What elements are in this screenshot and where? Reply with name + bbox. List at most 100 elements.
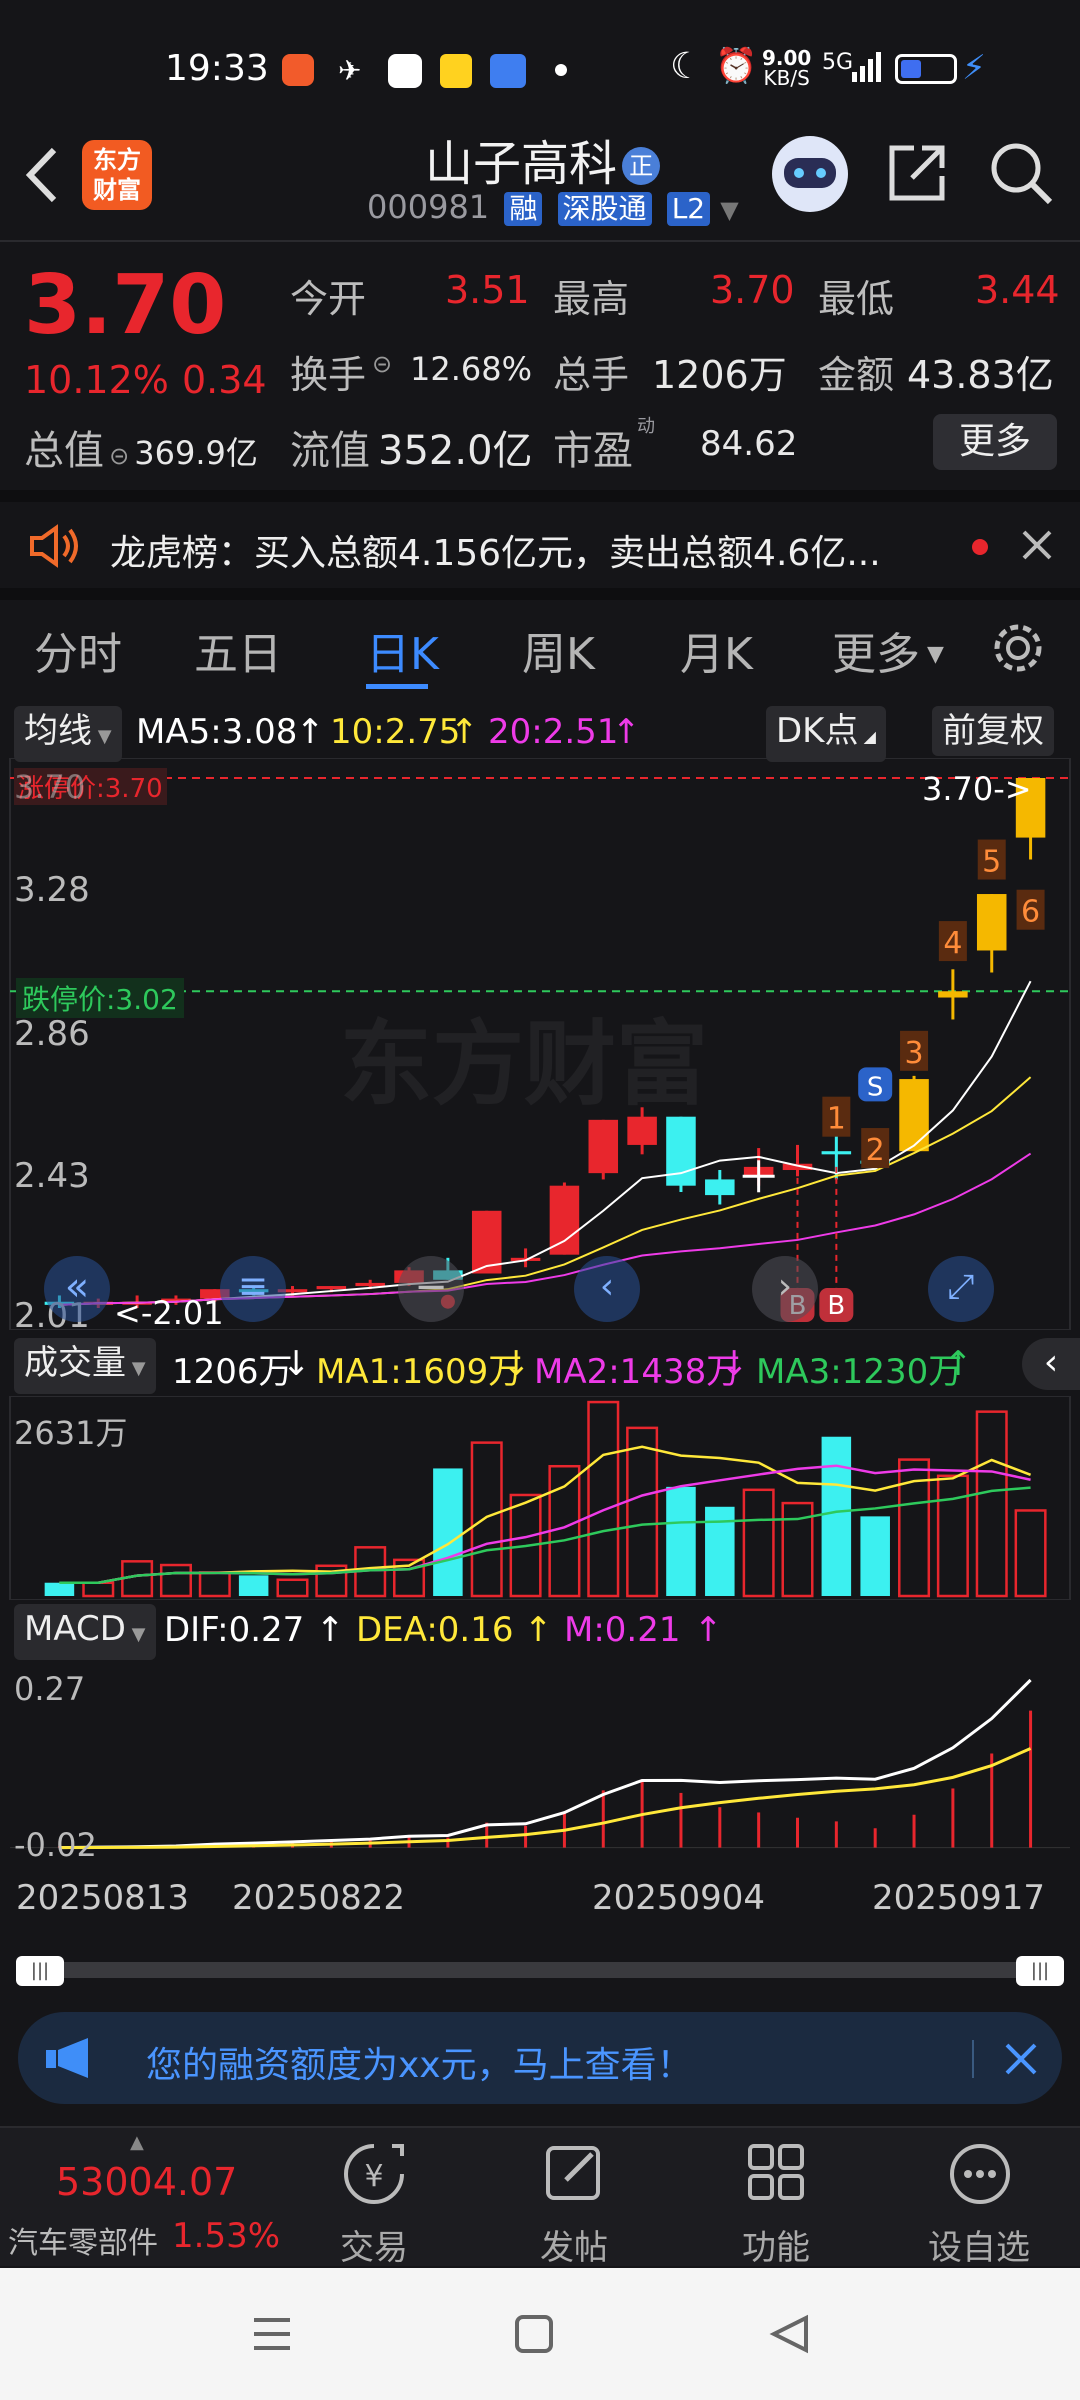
tab-more[interactable]: 更多 ▼ <box>832 618 944 682</box>
chevron-left-icon <box>25 147 57 203</box>
price-axis-label: 3.28 <box>14 870 90 910</box>
app-notification-icon <box>440 54 472 88</box>
fullscreen-button[interactable]: ⤢ <box>928 1256 994 1322</box>
volume-bar <box>433 1468 463 1596</box>
announcement-bar[interactable]: 龙虎榜：买入总额4.156亿元，卖出总额4.6亿... <box>0 502 1080 588</box>
tab-weekly-k[interactable]: 周K <box>522 618 595 682</box>
charging-icon: ⚡ <box>962 48 986 88</box>
volume-bar <box>975 1410 1008 1598</box>
info-icon[interactable]: ⊝ <box>372 350 392 378</box>
tab-five-day[interactable]: 五日 <box>194 618 282 682</box>
candle <box>666 1116 696 1192</box>
more-button[interactable]: 更多 <box>933 414 1057 470</box>
turnover-label: 换手 <box>290 353 367 397</box>
tab-intraday[interactable]: 分时 <box>34 618 122 682</box>
section-gap <box>0 490 1080 502</box>
limit-down-label: 跌停价:3.02 <box>16 978 184 1018</box>
vol-ma2: MA2:1438万 <box>534 1352 741 1392</box>
nav-trade[interactable]: ¥ 交易 <box>320 2138 430 2268</box>
range-handle-right[interactable]: ||| <box>1016 1956 1064 1986</box>
back-button[interactable] <box>18 140 68 210</box>
settings-gear-icon[interactable] <box>990 620 1046 676</box>
back-triangle-icon[interactable] <box>768 2312 812 2356</box>
volume-selector[interactable]: 成交量 ▼ <box>14 1338 156 1394</box>
dk-point-selector[interactable]: DK点 ◢ <box>766 706 886 762</box>
vol-ma2-arrow: ↓ <box>720 1344 749 1384</box>
macd-dea-arrow: ↑ <box>524 1610 553 1650</box>
tab-monthly-k[interactable]: 月K <box>680 618 753 682</box>
adjust-selector[interactable]: 前复权 <box>932 706 1054 756</box>
scroll-left-button[interactable]: « <box>44 1256 110 1322</box>
volume-bar <box>742 1488 775 1598</box>
close-icon[interactable] <box>1004 2042 1038 2076</box>
close-icon[interactable] <box>1020 528 1054 562</box>
volume-bar <box>626 1426 659 1598</box>
open-value: 3.51 <box>445 268 530 312</box>
index-value[interactable]: 53004.07 <box>56 2160 237 2204</box>
signal-icon <box>850 50 884 84</box>
index-name[interactable]: 汽车零部件 <box>8 2218 158 2262</box>
dropdown-icon: ▼ <box>92 726 112 747</box>
divider <box>0 240 1080 242</box>
candle-body <box>899 1079 929 1152</box>
nav-add-watchlist-label: 设自选 <box>928 2228 1030 2268</box>
app-notification-icon <box>490 54 526 88</box>
app-logo[interactable]: 东方 财富 <box>82 140 152 210</box>
ma10-value: 10:2.75 <box>330 712 461 752</box>
dropdown-icon[interactable]: ▼ <box>720 196 738 224</box>
range-slider[interactable] <box>18 1962 1060 1978</box>
volume-bar <box>1014 1509 1047 1598</box>
volume-bar <box>44 1582 75 1596</box>
robot-assistant-icon[interactable] <box>772 136 848 212</box>
price-axis-top: 3.70 <box>14 768 86 806</box>
ma20-value: 20:2.51 <box>488 712 619 752</box>
volume-selector-label: 成交量 <box>24 1343 126 1383</box>
alarm-icon: ⏰ <box>715 46 758 86</box>
date-label: 20250822 <box>232 1878 406 1918</box>
macd-axis-top: 0.27 <box>14 1670 86 1708</box>
grid-icon <box>748 2144 804 2200</box>
promo-banner[interactable]: 您的融资额度为xx元，马上查看！ <box>18 2012 1062 2104</box>
macd-chart[interactable] <box>0 1660 1080 1866</box>
tag-connect: 深股通 <box>557 192 652 226</box>
dropdown-icon: ▼ <box>126 1358 146 1379</box>
open-label: 今开 <box>290 277 367 321</box>
high-value: 3.70 <box>710 268 795 312</box>
menu-icon[interactable] <box>250 2312 294 2356</box>
range-handle-left[interactable]: ||| <box>16 1956 64 1986</box>
home-icon[interactable] <box>512 2312 556 2356</box>
count-marker: 6 <box>1021 895 1040 930</box>
ma-selector[interactable]: 均线 ▼ <box>14 706 122 762</box>
volume-bar <box>666 1486 696 1596</box>
yen-circle-icon: ¥ <box>344 2144 404 2204</box>
announcement-text: 龙虎榜：买入总额4.156亿元，卖出总额4.6亿... <box>110 533 881 574</box>
nav-post[interactable]: 发帖 <box>520 2138 630 2268</box>
battery-icon <box>895 54 957 84</box>
volume-bar <box>159 1563 192 1598</box>
date-label: 20250813 <box>16 1878 190 1918</box>
volume-bar: 成交量 ▼ 1206万 ↓ MA1:1609万 ↓ MA2:1438万 ↓ MA… <box>0 1338 1080 1394</box>
macd-selector[interactable]: MACD ▼ <box>14 1604 156 1660</box>
nav-trade-label: 交易 <box>340 2228 408 2268</box>
search-button[interactable] <box>988 140 1054 206</box>
collapse-panel-button[interactable]: ‹ <box>1022 1338 1080 1390</box>
dropdown-icon: ▼ <box>920 642 944 667</box>
volume-bar <box>82 1581 115 1598</box>
nav-add-watchlist[interactable]: 设自选 <box>918 2138 1048 2268</box>
volume-chart[interactable] <box>0 1396 1080 1600</box>
macd-dif: DIF:0.27 <box>164 1610 305 1650</box>
chart-tool-button[interactable]: ≡ <box>220 1256 286 1322</box>
candle <box>510 1248 541 1268</box>
status-bar: 19:33 ✈ ☾ ⏰ 9.00 KB/S 5G ⚡ <box>0 0 1080 135</box>
info-icon[interactable]: ⊝ <box>109 442 129 470</box>
share-icon <box>889 145 945 201</box>
dropdown-icon: ▼ <box>125 1624 146 1645</box>
next-button[interactable]: › <box>752 1256 818 1322</box>
prev-button[interactable]: ‹ <box>574 1256 640 1322</box>
amount-label: 金额 <box>818 353 895 397</box>
share-button[interactable] <box>886 142 948 204</box>
tab-daily-k[interactable]: 日K <box>366 618 439 682</box>
logo-text: 财富 <box>93 176 141 204</box>
nav-functions[interactable]: 功能 <box>722 2138 832 2268</box>
zoom-out-button[interactable]: − <box>398 1256 464 1322</box>
